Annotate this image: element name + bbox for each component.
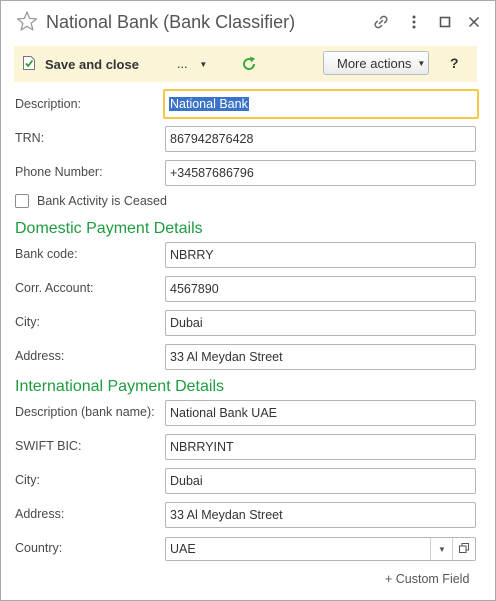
- more-commands-button[interactable]: ... ▼: [177, 55, 207, 73]
- favorite-star-icon[interactable]: [16, 10, 38, 32]
- description-field[interactable]: National Bank: [163, 89, 479, 119]
- add-custom-field-link[interactable]: + Custom Field: [385, 572, 469, 586]
- trn-label: TRN:: [15, 131, 45, 145]
- international-city-field[interactable]: Dubai: [165, 468, 476, 494]
- more-commands-label: ...: [177, 57, 188, 71]
- link-icon[interactable]: [371, 12, 391, 32]
- maximize-icon[interactable]: [435, 12, 455, 32]
- bank-code-field[interactable]: NBRRY: [165, 242, 476, 268]
- save-and-close-label: Save and close: [45, 56, 139, 72]
- chevron-down-icon: ▼: [417, 58, 426, 68]
- more-vertical-icon[interactable]: [404, 12, 424, 32]
- corr-account-field[interactable]: 4567890: [165, 276, 476, 302]
- command-bar: Save and close ... ▼ More actions ▼ ?: [14, 46, 477, 82]
- country-label: Country:: [15, 541, 63, 555]
- chevron-down-icon: ▼: [438, 544, 446, 554]
- description-value: National Bank: [169, 97, 249, 111]
- title-bar: National Bank (Bank Classifier): [1, 1, 495, 43]
- bank-activity-ceased-checkbox[interactable]: [15, 194, 29, 208]
- bank-activity-ceased-label: Bank Activity is Ceased: [37, 194, 167, 208]
- corr-account-label: Corr. Account:: [15, 281, 94, 295]
- domestic-city-field[interactable]: Dubai: [165, 310, 476, 336]
- bank-activity-ceased-checkbox-row[interactable]: Bank Activity is Ceased: [15, 194, 167, 208]
- international-payment-heading: International Payment Details: [15, 378, 224, 395]
- country-open-button[interactable]: [452, 538, 475, 560]
- save-document-icon: [22, 55, 36, 74]
- window-title: National Bank (Bank Classifier): [46, 12, 296, 32]
- description-label: Description:: [15, 97, 81, 111]
- phone-number-label: Phone Number:: [15, 165, 103, 179]
- phone-number-field[interactable]: +34587686796: [165, 160, 476, 186]
- chevron-down-icon: ▼: [199, 59, 208, 69]
- bank-classifier-window: National Bank (Bank Classifier) Save and…: [0, 0, 496, 601]
- domestic-address-label: Address:: [15, 349, 65, 363]
- refresh-icon[interactable]: [240, 55, 258, 73]
- open-window-icon: [458, 542, 470, 557]
- country-select[interactable]: UAE ▼: [165, 537, 476, 561]
- save-and-close-button[interactable]: Save and close: [22, 53, 139, 75]
- country-value: UAE: [170, 542, 196, 556]
- domestic-payment-heading: Domestic Payment Details: [15, 220, 203, 237]
- trn-field[interactable]: 867942876428: [165, 126, 476, 152]
- bank-name-field[interactable]: National Bank UAE: [165, 400, 476, 426]
- close-icon[interactable]: [464, 12, 484, 32]
- bank-name-label: Description (bank name):: [15, 405, 155, 419]
- help-button[interactable]: ?: [450, 55, 459, 71]
- swift-bic-field[interactable]: NBRRYINT: [165, 434, 476, 460]
- domestic-address-field[interactable]: 33 Al Meydan Street: [165, 344, 476, 370]
- country-dropdown-button[interactable]: ▼: [430, 538, 453, 560]
- more-actions-button[interactable]: More actions ▼: [323, 51, 429, 75]
- international-city-label: City:: [15, 473, 40, 487]
- domestic-city-label: City:: [15, 315, 40, 329]
- swift-bic-label: SWIFT BIC:: [15, 439, 82, 453]
- bank-code-label: Bank code:: [15, 247, 78, 261]
- international-address-field[interactable]: 33 Al Meydan Street: [165, 502, 476, 528]
- more-actions-label: More actions: [337, 55, 412, 71]
- international-address-label: Address:: [15, 507, 65, 521]
